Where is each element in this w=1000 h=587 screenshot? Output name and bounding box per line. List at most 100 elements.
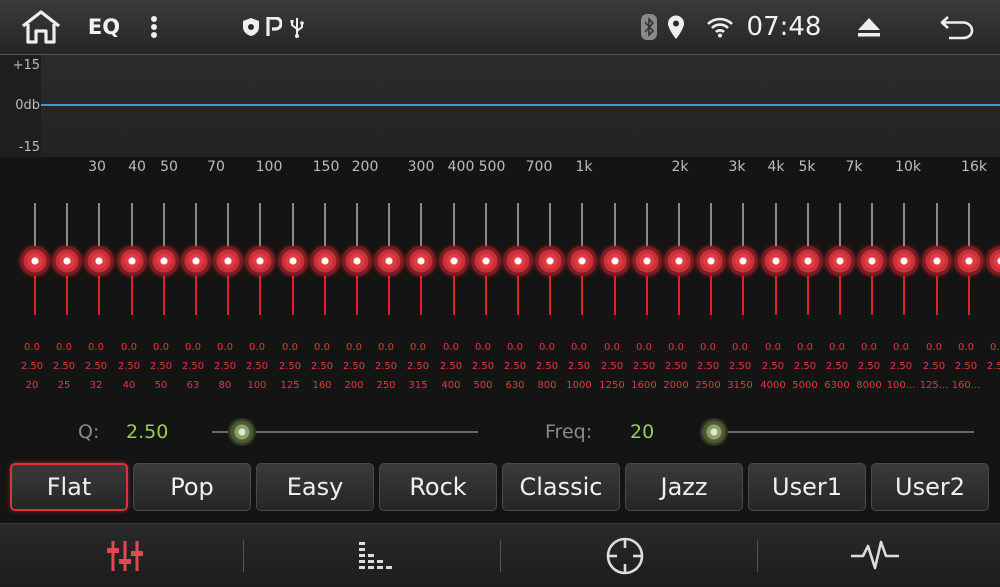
band-slider[interactable] [438,195,470,325]
home-icon[interactable] [16,0,66,54]
band-slider[interactable] [470,195,502,325]
band-q-value: 2.50 [600,361,624,372]
band-slider[interactable] [760,195,792,325]
spectrum-bars-icon[interactable] [250,524,500,587]
band-slider-knob[interactable] [567,246,597,276]
preset-user1-button[interactable]: User1 [748,463,866,511]
band-slider[interactable] [534,195,566,325]
preset-user2-button[interactable]: User2 [871,463,989,511]
band-slider-knob[interactable] [213,246,243,276]
band-slider[interactable] [83,195,115,325]
band-slider-knob[interactable] [793,246,823,276]
q-label: Q: [78,421,100,443]
band-slider-knob[interactable] [825,246,855,276]
preset-pop-button[interactable]: Pop [133,463,251,511]
band-slider-knob[interactable] [181,246,211,276]
band-slider[interactable] [116,195,148,325]
eject-icon[interactable] [852,0,886,54]
band-slider-knob[interactable] [503,246,533,276]
band-slider-knob[interactable] [728,246,758,276]
band-slider[interactable] [309,195,341,325]
band-slider-knob[interactable] [600,246,630,276]
band-q-value: 2.50 [439,361,463,372]
band-slider-knob[interactable] [535,246,565,276]
band-slider[interactable] [212,195,244,325]
band-slider-knob[interactable] [20,246,50,276]
band-value-column: 0.0 2.50 8000 [852,338,886,395]
band-slider[interactable] [277,195,309,325]
band-slider[interactable] [888,195,920,325]
band-freq-value: 40 [122,380,136,391]
band-slider-knob[interactable] [406,246,436,276]
band-freq-value: 1000 [566,380,592,391]
band-slider-knob[interactable] [52,246,82,276]
band-slider-knob[interactable] [84,246,114,276]
band-slider[interactable] [792,195,824,325]
band-slider[interactable] [824,195,856,325]
band-slider[interactable] [631,195,663,325]
band-slider[interactable] [953,195,985,325]
more-vertical-icon[interactable] [140,0,168,54]
band-slider-knob[interactable] [761,246,791,276]
band-slider[interactable] [599,195,631,325]
band-slider[interactable] [985,195,1000,325]
eq-sliders-icon[interactable] [0,524,250,587]
band-slider[interactable] [148,195,180,325]
preset-easy-button[interactable]: Easy [256,463,374,511]
band-q-value: 2.50 [342,361,366,372]
band-slider-knob[interactable] [149,246,179,276]
band-slider[interactable] [695,195,727,325]
band-value-column: 0.0 2.50 1250 [595,338,629,395]
band-slider-knob[interactable] [439,246,469,276]
band-slider-knob[interactable] [857,246,887,276]
band-slider[interactable] [180,195,212,325]
waveform-icon[interactable] [750,524,1000,587]
band-freq-value: 315 [408,380,428,391]
band-slider-knob[interactable] [117,246,147,276]
preset-jazz-button[interactable]: Jazz [625,463,743,511]
band-slider-knob[interactable] [664,246,694,276]
band-freq-value: 50 [154,380,168,391]
band-slider[interactable] [341,195,373,325]
preset-rock-button[interactable]: Rock [379,463,497,511]
bluetooth-icon [638,0,660,54]
band-slider[interactable] [244,195,276,325]
band-slider-knob[interactable] [986,246,1000,276]
band-gain-value: 0.0 [539,342,555,353]
band-gain-value: 0.0 [475,342,491,353]
band-value-column: 0.0 2.50 32 [79,338,113,395]
band-slider[interactable] [373,195,405,325]
freq-slider-knob[interactable] [700,418,728,446]
balance-target-icon[interactable] [500,524,750,587]
band-slider-knob[interactable] [954,246,984,276]
band-slider[interactable] [727,195,759,325]
band-freq-value: 160 [312,380,332,391]
band-slider-knob[interactable] [471,246,501,276]
band-slider[interactable] [51,195,83,325]
band-slider[interactable] [921,195,953,325]
band-slider-knob[interactable] [696,246,726,276]
band-slider-knob[interactable] [374,246,404,276]
band-slider-knob[interactable] [922,246,952,276]
band-gain-value: 0.0 [926,342,942,353]
band-slider-knob[interactable] [889,246,919,276]
q-slider-knob[interactable] [228,418,256,446]
preset-flat-button[interactable]: Flat [10,463,128,511]
band-slider[interactable] [502,195,534,325]
freq-slider-track[interactable] [702,431,974,433]
wifi-icon [704,0,736,54]
band-slider[interactable] [566,195,598,325]
band-slider[interactable] [663,195,695,325]
band-slider-knob[interactable] [310,246,340,276]
freq-axis-label: 500 [478,159,506,175]
preset-classic-button[interactable]: Classic [502,463,620,511]
band-slider[interactable] [405,195,437,325]
band-slider[interactable] [856,195,888,325]
band-slider[interactable] [19,195,51,325]
band-slider-knob[interactable] [245,246,275,276]
band-slider-knob[interactable] [342,246,372,276]
band-slider-knob[interactable] [632,246,662,276]
band-value-column: 0.0 2.50 1600 [627,338,661,395]
back-icon[interactable] [936,0,978,54]
band-slider-knob[interactable] [278,246,308,276]
